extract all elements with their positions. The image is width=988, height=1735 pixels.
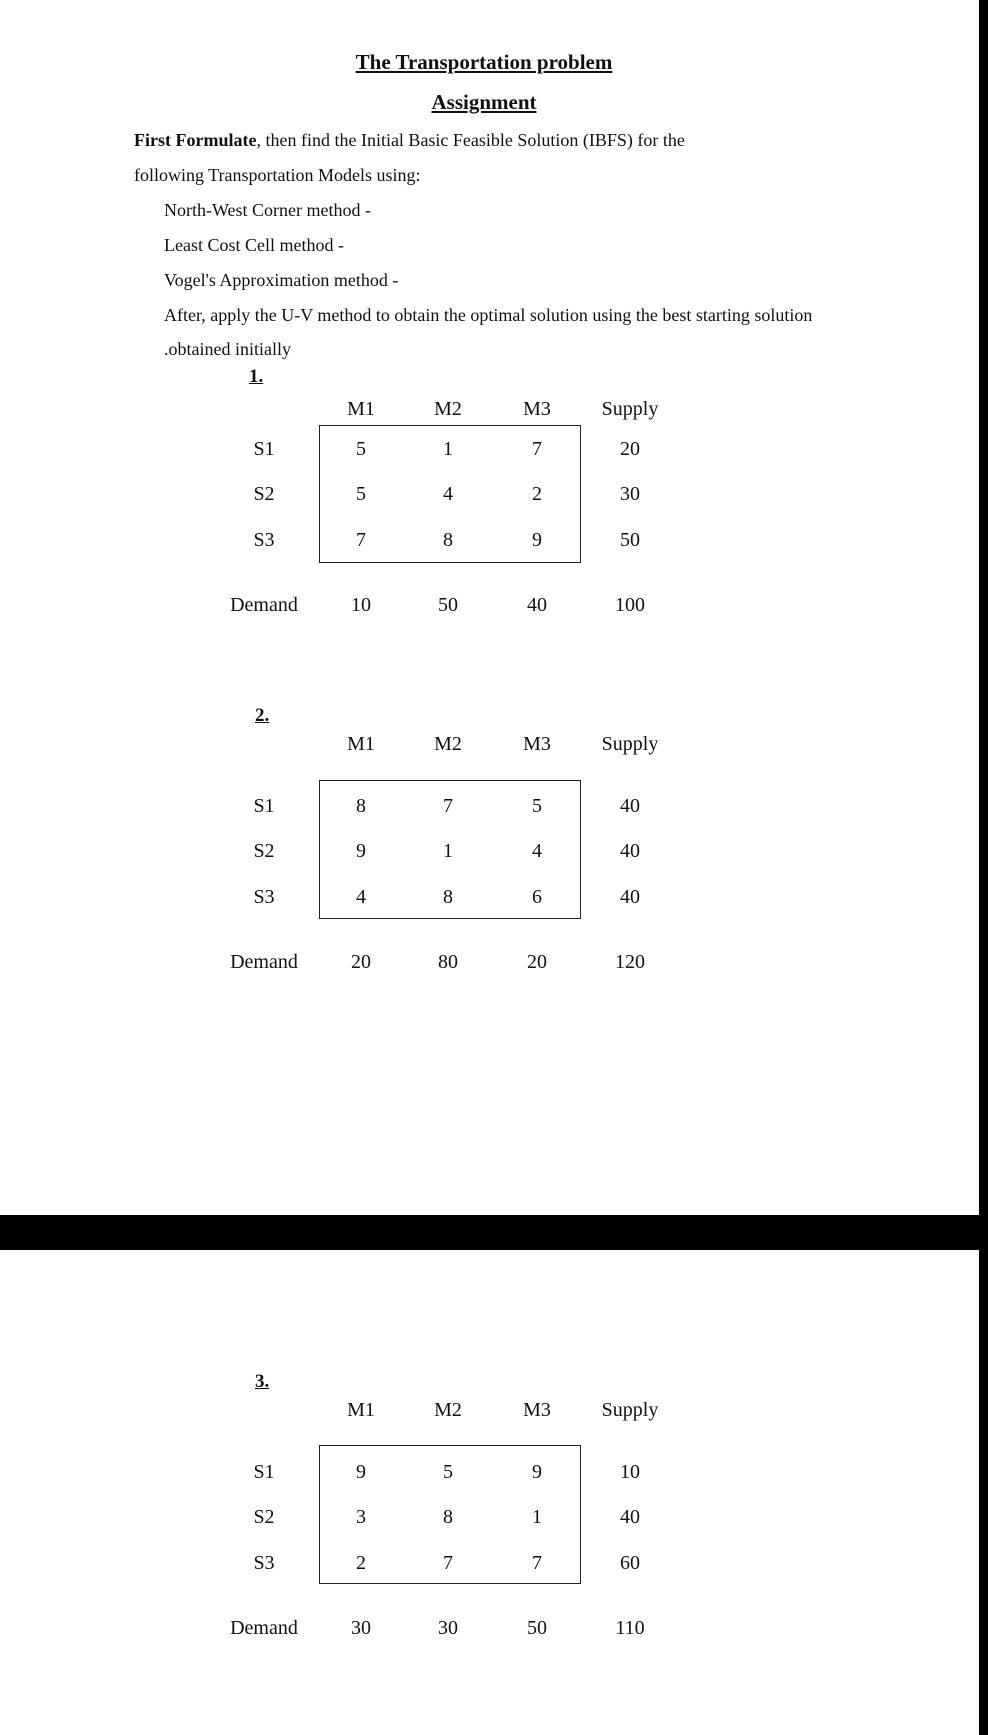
demand-value: 20: [351, 951, 371, 973]
cost-cell: 5: [532, 795, 542, 817]
demand-value: 30: [438, 1617, 458, 1639]
row-label: S2: [253, 840, 275, 862]
row-label: S2: [253, 1506, 275, 1528]
cost-cell: 4: [532, 840, 542, 862]
problem-number: 3.: [255, 1371, 270, 1392]
cost-cell: 2: [356, 1552, 366, 1574]
supply-value: 10: [620, 1461, 640, 1483]
column-header: M1: [347, 1399, 375, 1421]
row-label: S1: [253, 795, 275, 817]
cost-cell: 4: [443, 483, 453, 505]
intro-paragraph-line2: following Transportation Models using:: [134, 165, 421, 185]
cost-cell: 3: [356, 1506, 366, 1528]
supply-header: Supply: [601, 398, 659, 420]
problem-number: 2.: [255, 705, 270, 726]
intro-paragraph-line1: First Formulate, then find the Initial B…: [134, 130, 685, 151]
column-header: M2: [434, 733, 462, 755]
cost-cell: 9: [532, 529, 542, 551]
supply-value: 60: [620, 1552, 640, 1574]
page-break-band: [0, 1215, 988, 1250]
cost-cell: 4: [356, 886, 366, 908]
cost-cell: 2: [532, 483, 542, 505]
cost-cell: 8: [443, 886, 453, 908]
demand-value: 30: [351, 1617, 371, 1639]
after-instruction-line1: After, apply the U-V method to obtain th…: [164, 305, 813, 325]
cost-cell: 7: [443, 795, 453, 817]
demand-label: Demand: [230, 594, 298, 616]
method-item: North-West Corner method -: [164, 200, 371, 220]
method-item: Least Cost Cell method -: [164, 235, 344, 255]
column-header: M2: [434, 398, 462, 420]
column-header: M3: [523, 1399, 551, 1421]
supply-value: 40: [620, 1506, 640, 1528]
cost-cell: 5: [356, 483, 366, 505]
row-label: S2: [253, 483, 275, 505]
cost-cell: 5: [443, 1461, 453, 1483]
cost-cell: 6: [532, 886, 542, 908]
supply-header: Supply: [601, 1399, 659, 1421]
cost-cell: 5: [356, 438, 366, 460]
document-title: The Transportation problem: [355, 50, 613, 74]
demand-value: 50: [527, 1617, 547, 1639]
column-header: M3: [523, 733, 551, 755]
cost-cell: 7: [532, 438, 542, 460]
row-label: S3: [253, 886, 275, 908]
cost-cell: 9: [532, 1461, 542, 1483]
demand-label: Demand: [230, 951, 298, 973]
after-instruction-line2: .obtained initially: [164, 339, 291, 359]
supply-value: 40: [620, 840, 640, 862]
cost-cell: 8: [356, 795, 366, 817]
method-item: Vogel's Approximation method -: [164, 270, 399, 290]
row-label: S1: [253, 438, 275, 460]
total-value: 110: [615, 1617, 645, 1639]
supply-value: 50: [620, 529, 640, 551]
column-header: M3: [523, 398, 551, 420]
cost-cell: 1: [443, 438, 453, 460]
column-header: M1: [347, 398, 375, 420]
supply-value: 30: [620, 483, 640, 505]
cost-cell: 7: [356, 529, 366, 551]
cost-cell: 8: [443, 529, 453, 551]
cost-cell: 1: [532, 1506, 542, 1528]
demand-value: 20: [527, 951, 547, 973]
cost-cell: 8: [443, 1506, 453, 1528]
cost-cell: 9: [356, 1461, 366, 1483]
demand-label: Demand: [230, 1617, 298, 1639]
supply-value: 40: [620, 886, 640, 908]
cost-cell: 7: [532, 1552, 542, 1574]
demand-value: 80: [438, 951, 458, 973]
problem-number: 1.: [249, 366, 264, 387]
demand-value: 50: [438, 594, 458, 616]
demand-value: 40: [527, 594, 547, 616]
cost-cell: 1: [443, 840, 453, 862]
supply-header: Supply: [601, 733, 659, 755]
row-label: S3: [253, 1552, 275, 1574]
column-header: M1: [347, 733, 375, 755]
total-value: 100: [615, 594, 645, 616]
demand-value: 10: [351, 594, 371, 616]
row-label: S3: [253, 529, 275, 551]
cost-cell: 9: [356, 840, 366, 862]
document-subtitle: Assignment: [431, 90, 537, 114]
right-edge-border: [979, 0, 988, 1735]
total-value: 120: [615, 951, 645, 973]
column-header: M2: [434, 1399, 462, 1421]
cost-cell: 7: [443, 1552, 453, 1574]
row-label: S1: [253, 1461, 275, 1483]
intro-rest-text: , then find the Initial Basic Feasible S…: [256, 130, 685, 150]
intro-bold-text: First Formulate: [134, 130, 257, 150]
supply-value: 20: [620, 438, 640, 460]
supply-value: 40: [620, 795, 640, 817]
